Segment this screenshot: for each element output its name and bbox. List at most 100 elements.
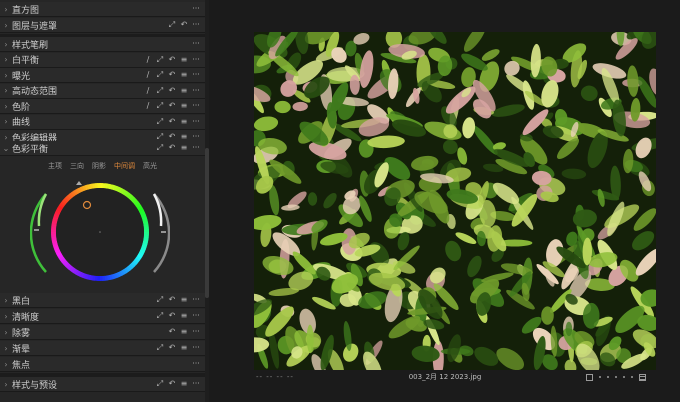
tool-row[interactable]: › 样式与预设 ⤢ ↶ ≡ ··· — [0, 377, 205, 392]
chevron-right-icon[interactable]: › — [0, 117, 12, 126]
more-icon[interactable]: ··· — [192, 71, 200, 79]
reset-icon[interactable]: ↶ — [168, 102, 176, 110]
tool-row[interactable]: › 曲线 ⤢ ↶ ≡ ··· — [0, 114, 205, 130]
picker-icon[interactable]: ∕ — [144, 55, 152, 64]
chevron-right-icon[interactable]: › — [0, 102, 12, 111]
tool-row[interactable]: › 样式笔刷 ··· — [0, 37, 205, 52]
expand-icon[interactable]: ⤢ — [156, 102, 164, 110]
more-icon[interactable]: ··· — [192, 144, 200, 152]
saturation-arc[interactable] — [30, 193, 47, 273]
menu-icon[interactable]: ≡ — [180, 71, 188, 79]
menu-icon[interactable]: ≡ — [180, 144, 188, 152]
reset-icon[interactable]: ↶ — [168, 71, 176, 79]
menu-icon[interactable]: ≡ — [180, 117, 188, 126]
more-icon[interactable]: ··· — [192, 344, 200, 352]
menu-icon[interactable]: ≡ — [180, 55, 188, 64]
chevron-right-icon[interactable]: › — [0, 71, 12, 80]
tool-row[interactable]: › 渐晕 ⤢ ↶ ≡ ··· — [0, 341, 205, 356]
reset-icon[interactable]: ↶ — [168, 312, 176, 320]
chevron-right-icon[interactable]: › — [0, 344, 12, 353]
expand-icon[interactable]: ⤢ — [156, 380, 164, 388]
tool-row[interactable]: › 高动态范围 ∕ ⤢ ↶ ≡ ··· — [0, 83, 205, 99]
reset-icon[interactable]: ↶ — [168, 117, 176, 126]
menu-icon[interactable]: ≡ — [180, 344, 188, 352]
picker-icon[interactable]: ∕ — [144, 71, 152, 79]
reset-icon[interactable]: ↶ — [168, 328, 176, 336]
expand-icon[interactable]: ⤢ — [156, 144, 164, 152]
expand-icon[interactable]: ⤢ — [156, 133, 164, 141]
chevron-right-icon[interactable]: › — [0, 360, 12, 369]
hue-indicator-icon[interactable] — [76, 181, 82, 185]
color-balance-tab[interactable]: 三向 — [70, 161, 84, 171]
more-icon[interactable]: ··· — [192, 21, 200, 29]
more-icon[interactable]: ··· — [192, 5, 200, 13]
more-icon[interactable]: ··· — [192, 86, 200, 95]
chevron-right-icon[interactable]: › — [0, 312, 12, 321]
tool-row[interactable]: › 色阶 ∕ ⤢ ↶ ≡ ··· — [0, 99, 205, 114]
expand-icon[interactable]: ⤢ — [156, 117, 164, 126]
chevron-right-icon[interactable]: › — [0, 380, 12, 389]
page-dot[interactable] — [615, 376, 617, 378]
expand-icon[interactable]: ⤢ — [156, 71, 164, 79]
tool-row[interactable]: › 白平衡 ∕ ⤢ ↶ ≡ ··· — [0, 52, 205, 68]
tool-row[interactable]: › 清晰度 ⤢ ↶ ≡ ··· — [0, 309, 205, 324]
lightness-arc[interactable] — [153, 193, 170, 273]
photo-preview[interactable] — [254, 32, 656, 370]
expand-icon[interactable]: ⤢ — [156, 344, 164, 352]
chevron-right-icon[interactable]: › — [0, 328, 12, 337]
page-dot[interactable] — [631, 376, 633, 378]
expand-icon[interactable]: ⤢ — [156, 55, 164, 64]
reset-icon[interactable]: ↶ — [168, 344, 176, 352]
color-balance-tab[interactable]: 中间调 — [114, 161, 135, 171]
tool-row[interactable]: › 曝光 ∕ ⤢ ↶ ≡ ··· — [0, 68, 205, 83]
tool-row[interactable]: › 直方图 ··· — [0, 2, 205, 17]
page-dot[interactable] — [599, 376, 601, 378]
page-dot[interactable] — [623, 376, 625, 378]
expand-icon[interactable]: ⤢ — [156, 296, 164, 304]
chevron-right-icon[interactable]: › — [0, 86, 12, 95]
menu-icon[interactable]: ≡ — [180, 312, 188, 320]
menu-icon[interactable]: ≡ — [180, 133, 188, 141]
reset-icon[interactable]: ↶ — [168, 86, 176, 95]
expand-icon[interactable]: ⤢ — [156, 312, 164, 320]
menu-icon[interactable]: ≡ — [180, 380, 188, 388]
more-icon[interactable]: ··· — [192, 360, 200, 368]
color-balance-tab[interactable]: 高光 — [143, 161, 157, 171]
tool-row[interactable]: ⌄ 色彩平衡 ⤢ ↶ ≡ ··· — [0, 141, 205, 156]
chevron-right-icon[interactable]: › — [0, 21, 12, 30]
menu-icon[interactable]: ≡ — [180, 296, 188, 304]
reset-icon[interactable]: ↶ — [168, 296, 176, 304]
tool-row[interactable]: › 焦点 ··· — [0, 357, 205, 372]
menu-icon[interactable]: ≡ — [180, 86, 188, 95]
expand-icon[interactable]: ⤢ — [168, 21, 176, 29]
menu-icon[interactable]: ≡ — [180, 328, 188, 336]
tool-row[interactable]: › 图层与遮罩 ⤢ ↶ ··· — [0, 18, 205, 33]
color-balance-tab[interactable]: 主项 — [48, 161, 62, 171]
sidebar-scroll-thumb[interactable] — [205, 148, 209, 298]
more-icon[interactable]: ··· — [192, 117, 200, 126]
more-icon[interactable]: ··· — [192, 102, 200, 110]
single-view-icon[interactable] — [586, 373, 593, 381]
reset-icon[interactable]: ↶ — [168, 144, 176, 152]
menu-icon[interactable]: ≡ — [180, 102, 188, 110]
color-balance-tab[interactable]: 阴影 — [92, 161, 106, 171]
reset-icon[interactable]: ↶ — [168, 380, 176, 388]
picker-icon[interactable]: ∕ — [144, 102, 152, 110]
more-icon[interactable]: ··· — [192, 40, 200, 48]
color-wheel[interactable] — [30, 176, 170, 294]
page-dot[interactable] — [607, 376, 609, 378]
grid-view-icon[interactable] — [639, 373, 646, 381]
chevron-right-icon[interactable]: › — [0, 5, 12, 14]
more-icon[interactable]: ··· — [192, 55, 200, 64]
chevron-right-icon[interactable]: › — [0, 55, 12, 64]
reset-icon[interactable]: ↶ — [168, 133, 176, 141]
more-icon[interactable]: ··· — [192, 380, 200, 388]
more-icon[interactable]: ··· — [192, 328, 200, 336]
more-icon[interactable]: ··· — [192, 296, 200, 304]
tool-row[interactable]: › 除雾 ↶ ≡ ··· — [0, 325, 205, 340]
tool-row[interactable]: › 黑白 ⤢ ↶ ≡ ··· — [0, 293, 205, 308]
picker-icon[interactable]: ∕ — [144, 86, 152, 95]
expand-icon[interactable]: ⤢ — [156, 86, 164, 95]
chevron-down-icon[interactable]: ⌄ — [0, 144, 12, 153]
reset-icon[interactable]: ↶ — [180, 21, 188, 29]
